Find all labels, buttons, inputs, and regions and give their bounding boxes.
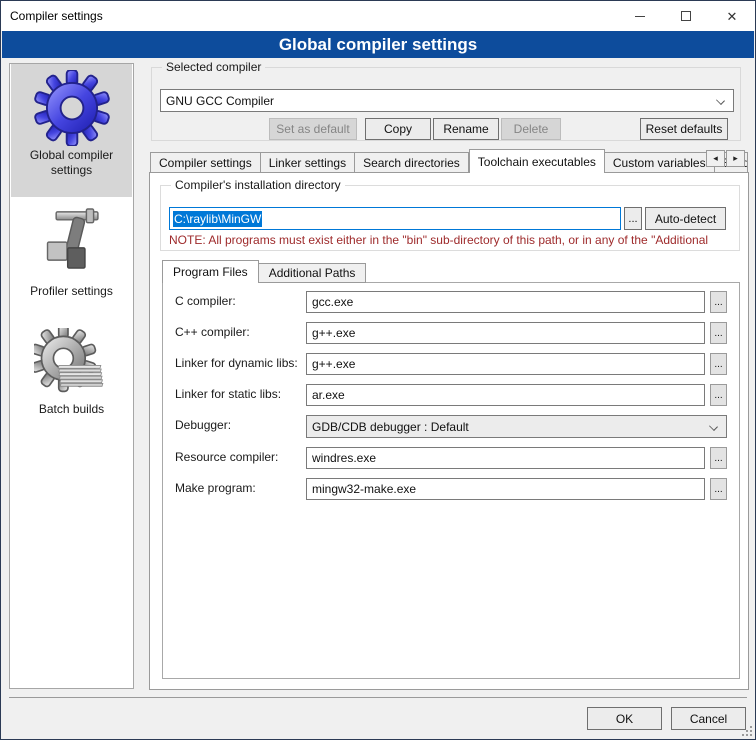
cpp-compiler-input[interactable] [306, 322, 705, 344]
tab-linker-settings[interactable]: Linker settings [261, 152, 355, 173]
c-compiler-browse-button[interactable]: ... [710, 291, 727, 313]
program-files-tabstrip: Program Files Additional Paths [162, 260, 366, 283]
sidebar-item-label: Profiler settings [11, 284, 132, 299]
dynamic-linker-input[interactable] [306, 353, 705, 375]
installation-directory-value: C:\raylib\MinGW [173, 211, 262, 227]
chevron-down-icon [709, 422, 718, 431]
reset-defaults-button[interactable]: Reset defaults [640, 118, 728, 140]
static-linker-input[interactable] [306, 384, 705, 406]
footer-separator [9, 697, 747, 698]
tab-compiler-settings[interactable]: Compiler settings [150, 152, 261, 173]
dynamic-linker-browse-button[interactable]: ... [710, 353, 727, 375]
cancel-button[interactable]: Cancel [671, 707, 746, 730]
subtab-additional-paths[interactable]: Additional Paths [259, 263, 367, 283]
resource-compiler-input[interactable] [306, 447, 705, 469]
field-row-static-linker: Linker for static libs: ... [163, 384, 739, 406]
field-row-debugger: Debugger: GDB/CDB debugger : Default [163, 415, 739, 437]
make-program-input[interactable] [306, 478, 705, 500]
resource-compiler-browse-button[interactable]: ... [710, 447, 727, 469]
settings-sidebar: Global compiler settings Profiler settin… [9, 63, 134, 689]
field-row-dynamic-linker: Linker for dynamic libs: ... [163, 353, 739, 375]
bin-subdirectory-note: NOTE: All programs must exist either in … [169, 233, 735, 247]
installation-directory-browse-button[interactable]: ... [624, 207, 642, 230]
selected-compiler-legend: Selected compiler [162, 60, 265, 74]
maximize-icon [681, 11, 691, 21]
close-button[interactable]: ✕ [709, 1, 755, 31]
field-row-resource-compiler: Resource compiler: ... [163, 447, 739, 469]
sidebar-item-profiler-settings[interactable]: Profiler settings [11, 202, 132, 322]
field-row-make-program: Make program: ... [163, 478, 739, 500]
installation-directory-group: Compiler's installation directory C:\ray… [160, 185, 740, 251]
auto-detect-button[interactable]: Auto-detect [645, 207, 726, 230]
cpp-compiler-label: C++ compiler: [175, 325, 250, 339]
profiler-caliper-icon [36, 208, 108, 282]
arrow-right-icon: ▸ [733, 153, 738, 164]
tab-scroll-left-button[interactable]: ◂ [706, 150, 725, 167]
tab-custom-variables[interactable]: Custom variables [605, 152, 715, 173]
copy-button[interactable]: Copy [365, 118, 431, 140]
resize-grip[interactable] [740, 724, 752, 736]
installation-directory-legend: Compiler's installation directory [171, 178, 345, 192]
settings-tabstrip: Compiler settings Linker settings Search… [150, 149, 748, 173]
minimize-icon [635, 16, 645, 17]
debugger-select[interactable]: GDB/CDB debugger : Default [306, 415, 727, 438]
delete-button[interactable]: Delete [501, 118, 561, 140]
close-icon: ✕ [727, 10, 738, 23]
field-row-c-compiler: C compiler: ... [163, 291, 739, 313]
sidebar-item-global-compiler-settings[interactable]: Global compiler settings [11, 64, 132, 197]
tab-toolchain-executables[interactable]: Toolchain executables [469, 149, 605, 173]
tab-search-directories[interactable]: Search directories [355, 152, 469, 173]
blue-gear-icon [34, 70, 110, 146]
compiler-select[interactable]: GNU GCC Compiler [160, 89, 734, 112]
selected-compiler-group: Selected compiler GNU GCC Compiler Set a… [151, 67, 741, 141]
banner-title: Global compiler settings [279, 35, 477, 55]
compiler-select-value: GNU GCC Compiler [166, 94, 274, 108]
minimize-button[interactable] [617, 1, 663, 31]
program-files-panel: C compiler: ... C++ compiler: ... Linker… [162, 282, 740, 679]
sidebar-item-label: Batch builds [11, 402, 132, 417]
field-row-cpp-compiler: C++ compiler: ... [163, 322, 739, 344]
rename-button[interactable]: Rename [433, 118, 499, 140]
dialog-banner: Global compiler settings [2, 31, 754, 58]
subtab-program-files[interactable]: Program Files [162, 260, 259, 283]
window-controls: ✕ [617, 1, 755, 31]
tab-scroll-right-button[interactable]: ▸ [726, 150, 745, 167]
dialog-content: Global compiler settings Profiler settin… [1, 58, 755, 699]
set-as-default-button[interactable]: Set as default [269, 118, 357, 140]
sidebar-item-batch-builds[interactable]: Batch builds [11, 322, 132, 442]
installation-directory-input[interactable]: C:\raylib\MinGW [169, 207, 621, 230]
batch-builds-gear-icon [34, 328, 110, 400]
chevron-down-icon [716, 96, 725, 105]
cpp-compiler-browse-button[interactable]: ... [710, 322, 727, 344]
make-program-browse-button[interactable]: ... [710, 478, 727, 500]
make-program-label: Make program: [175, 481, 256, 495]
arrow-left-icon: ◂ [713, 153, 718, 164]
compiler-settings-dialog: Compiler settings ✕ Global compiler sett… [0, 0, 756, 740]
c-compiler-label: C compiler: [175, 294, 236, 308]
static-linker-browse-button[interactable]: ... [710, 384, 727, 406]
toolchain-executables-page: Compiler's installation directory C:\ray… [149, 172, 749, 690]
ok-button[interactable]: OK [587, 707, 662, 730]
dynamic-linker-label: Linker for dynamic libs: [175, 356, 298, 370]
title-bar[interactable]: Compiler settings ✕ [1, 1, 755, 31]
debugger-select-value: GDB/CDB debugger : Default [312, 420, 469, 434]
static-linker-label: Linker for static libs: [175, 387, 281, 401]
dialog-footer: OK Cancel [1, 697, 755, 739]
debugger-label: Debugger: [175, 418, 231, 432]
window-title: Compiler settings [10, 9, 103, 23]
sidebar-item-label: Global compiler settings [11, 148, 132, 178]
resource-compiler-label: Resource compiler: [175, 450, 278, 464]
c-compiler-input[interactable] [306, 291, 705, 313]
maximize-button[interactable] [663, 1, 709, 31]
